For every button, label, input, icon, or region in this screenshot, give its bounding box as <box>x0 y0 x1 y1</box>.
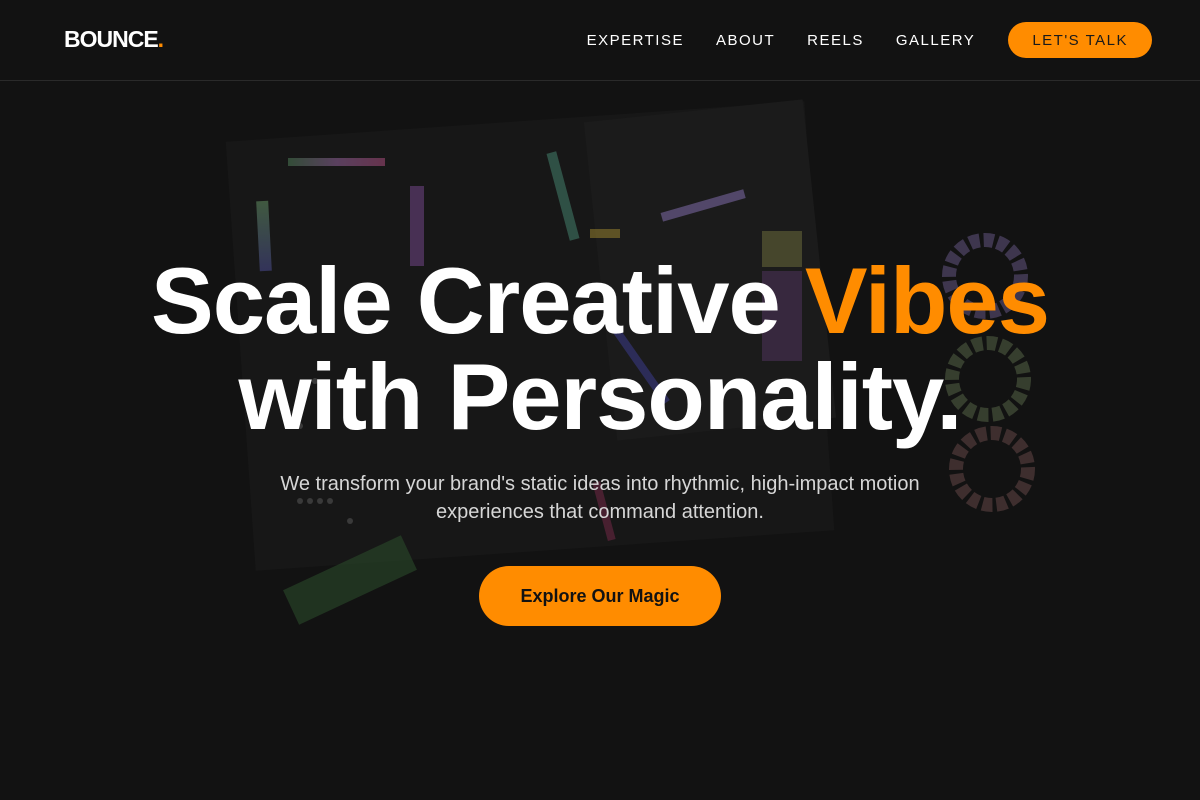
brand-name: BOUNCE <box>64 26 159 52</box>
hero-headline-prefix: Scale Creative <box>151 248 805 353</box>
explore-our-magic-button[interactable]: Explore Our Magic <box>479 566 721 626</box>
hero-subtitle: We transform your brand's static ideas i… <box>280 473 920 523</box>
brand-logo-dot: . <box>157 26 164 52</box>
hero-headline-accent: Vibes <box>804 248 1050 353</box>
hero-headline-line-1: Scale Creative Vibes <box>0 253 1200 349</box>
nav-link-gallery[interactable]: GALLERY <box>896 32 975 49</box>
nav-link-expertise[interactable]: EXPERTISE <box>587 32 684 49</box>
nav-link-reels[interactable]: REELS <box>807 32 864 49</box>
site-header: BOUNCE. EXPERTISE ABOUT REELS GALLERY LE… <box>0 0 1200 81</box>
nav-link-about[interactable]: ABOUT <box>716 32 775 49</box>
hero-section: Scale Creative Vibes with Personality. W… <box>0 81 1200 800</box>
hero-headline-line-2: with Personality. <box>238 344 963 449</box>
main-nav: EXPERTISE ABOUT REELS GALLERY LET'S TALK <box>587 0 1152 80</box>
brand-logo[interactable]: BOUNCE. <box>64 26 164 53</box>
lets-talk-button[interactable]: LET'S TALK <box>1008 22 1152 58</box>
